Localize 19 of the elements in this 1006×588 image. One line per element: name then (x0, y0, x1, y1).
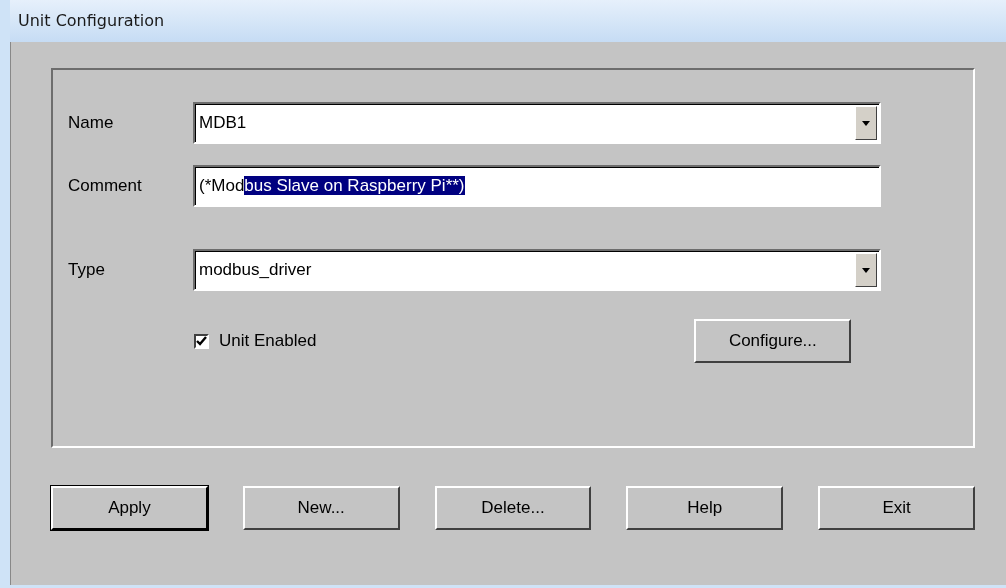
combo-box[interactable]: modbus_driver (193, 249, 881, 291)
checkbox[interactable] (194, 333, 209, 349)
dropdown-button[interactable] (855, 253, 877, 287)
dialog-button[interactable]: New... (242, 486, 400, 530)
dropdown-arrow-icon (862, 120, 870, 126)
text-field[interactable]: (*Modbus Slave on Raspberry Pi**) (193, 165, 881, 207)
checkbox-label[interactable]: Unit Enabled (219, 328, 317, 354)
combo-box[interactable]: MDB1 (193, 102, 881, 144)
field-label: Name (68, 112, 115, 135)
window-title: Unit Configuration (18, 10, 165, 32)
dialog-button[interactable]: Help (626, 486, 784, 530)
dropdown-button[interactable] (855, 106, 877, 140)
dialog-button[interactable]: Exit (818, 486, 975, 530)
configure-button[interactable]: Configure... (694, 319, 852, 363)
dialog-button[interactable]: Apply (51, 486, 208, 530)
dropdown-arrow-icon (862, 267, 870, 273)
field-label: Type (68, 259, 106, 282)
dialog-button[interactable]: Delete... (434, 486, 592, 530)
field-label: Comment (68, 175, 143, 198)
